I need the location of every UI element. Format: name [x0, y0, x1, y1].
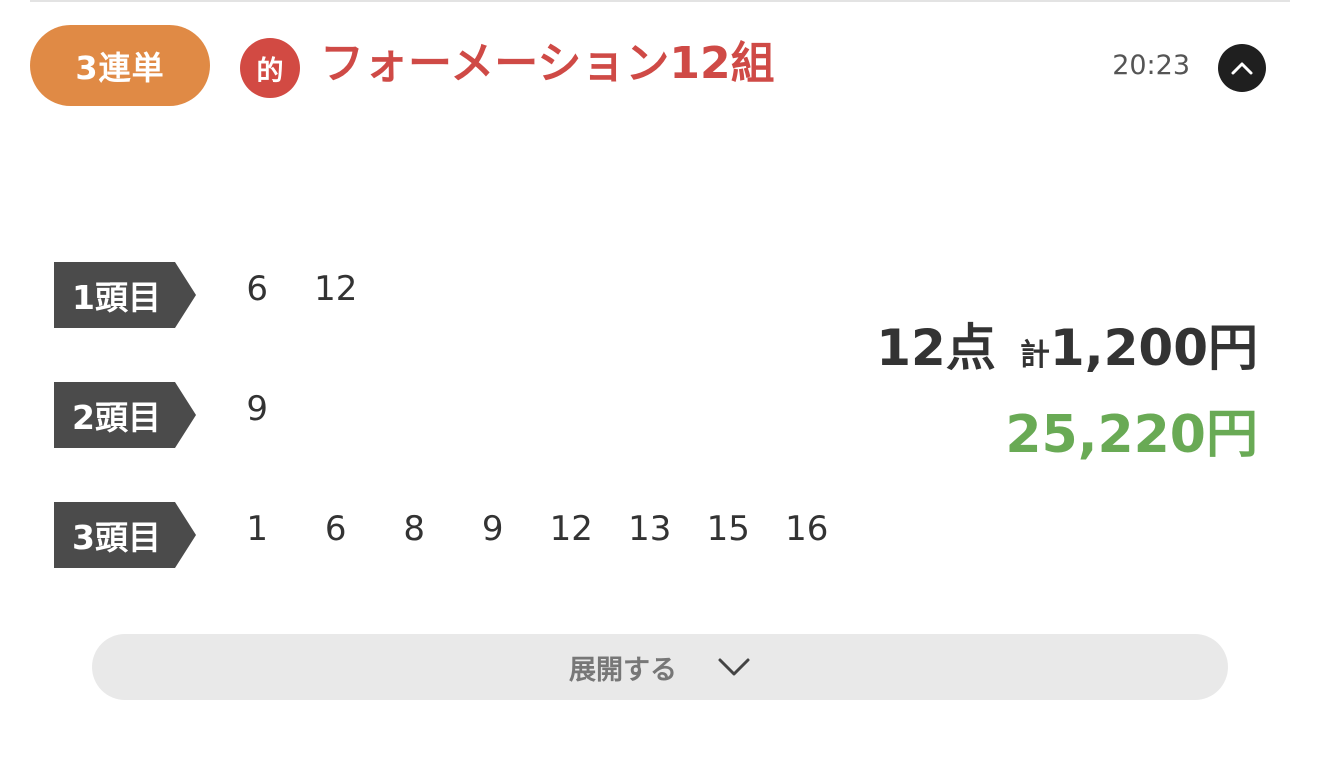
expand-label: 展開する — [569, 654, 677, 686]
chevron-up-icon — [1231, 62, 1253, 75]
total-prefix: 計 — [1019, 338, 1050, 373]
horse-number: 8 — [403, 509, 426, 549]
chevron-down-icon — [718, 658, 750, 676]
collapse-button[interactable] — [1218, 44, 1266, 92]
horse-number-list: 6 12 — [218, 264, 375, 314]
horse-number-list: 1 6 8 9 12 13 15 16 — [218, 504, 846, 554]
total-amount: 1,200円 — [1049, 319, 1258, 377]
horse-number: 15 — [706, 509, 750, 549]
points-count: 12点 — [876, 319, 996, 377]
horse-number: 12 — [314, 269, 358, 309]
bet-summary: 12点 計 1,200円 — [876, 308, 1258, 380]
horse-number: 6 — [246, 269, 269, 309]
hit-badge: 的 — [240, 38, 300, 98]
horse-number: 12 — [549, 509, 593, 549]
payout-amount: 25,220円 — [1005, 405, 1258, 465]
horse-number: 1 — [246, 509, 269, 549]
horse-number: 13 — [628, 509, 672, 549]
time-label: 20:23 — [1112, 50, 1190, 81]
rank-label: 2頭目 — [54, 382, 196, 448]
horse-number-list: 9 — [218, 384, 297, 434]
horse-number: 6 — [324, 509, 347, 549]
rank-label: 3頭目 — [54, 502, 196, 568]
horse-number: 9 — [481, 509, 504, 549]
bet-title: フォーメーション12組 — [320, 38, 775, 89]
bet-type-badge: 3連単 — [30, 25, 210, 106]
rank-label: 1頭目 — [54, 262, 196, 328]
divider — [30, 0, 1290, 2]
bet-card: 3連単 的 フォーメーション12組 20:23 1頭目 6 12 2頭目 9 3… — [0, 0, 1320, 766]
horse-number: 16 — [785, 509, 829, 549]
horse-number: 9 — [246, 389, 269, 429]
expand-button[interactable]: 展開する — [92, 634, 1228, 700]
